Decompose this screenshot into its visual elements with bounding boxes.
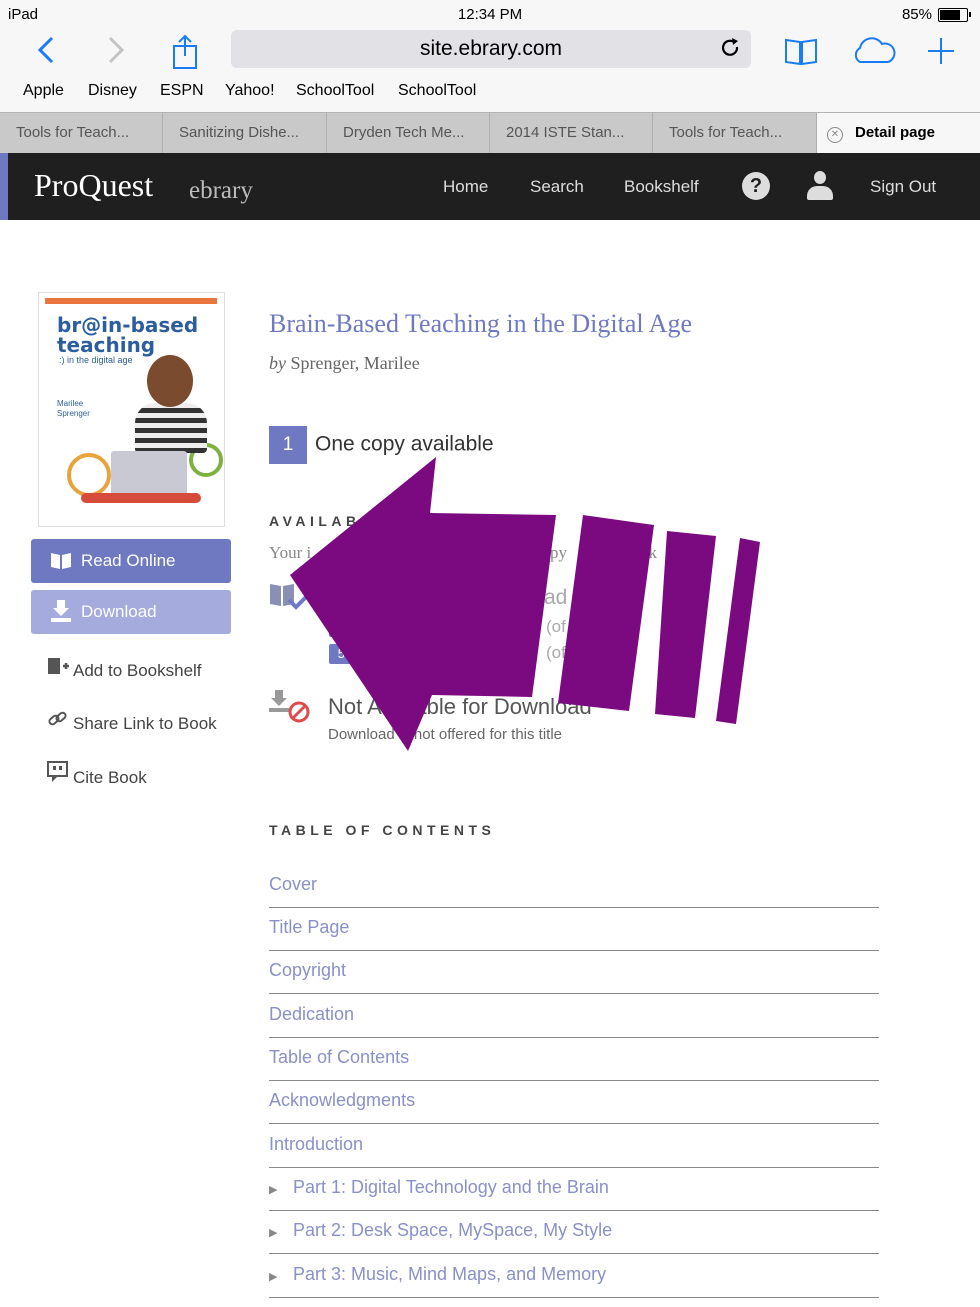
toc-item-label: Introduction <box>269 1134 364 1154</box>
expand-triangle-icon[interactable]: ▶ <box>269 1270 293 1283</box>
expand-triangle-icon[interactable]: ▶ <box>269 1226 293 1239</box>
toc-item-label: Acknowledgments <box>269 1090 416 1110</box>
toc-item[interactable]: Acknowledgments <box>269 1081 879 1124</box>
toc-item-label: Table of Contents <box>269 1047 410 1067</box>
toc-item-label: Part 2: Desk Space, MySpace, My Style <box>293 1220 613 1240</box>
toc-item-expandable[interactable]: ▶ Part 1: Digital Technology and the Brai… <box>269 1168 879 1211</box>
toc-item-label: Cover <box>269 874 318 894</box>
toc-item[interactable]: Introduction <box>269 1125 879 1168</box>
toc-item[interactable]: Table of Contents <box>269 1038 879 1081</box>
toc-item-expandable[interactable]: ▶ Part 3: Music, Mind Maps, and Memory <box>269 1255 879 1298</box>
toc-item[interactable]: Cover <box>269 865 879 908</box>
toc-item-label: Part 1: Digital Technology and the Brain <box>293 1177 609 1197</box>
toc-item-expandable[interactable]: ▶ Part 2: Desk Space, MySpace, My Style <box>269 1211 879 1254</box>
toc-item[interactable]: Title Page <box>269 908 879 951</box>
toc-heading: TABLE OF CONTENTS <box>269 822 496 838</box>
toc-item-label: Dedication <box>269 1004 355 1024</box>
expand-triangle-icon[interactable]: ▶ <box>269 1183 293 1196</box>
toc-item[interactable]: Dedication <box>269 995 879 1038</box>
toc-item-label: Title Page <box>269 917 350 937</box>
toc-item-label: Copyright <box>269 960 347 980</box>
toc-item-label: Part 3: Music, Mind Maps, and Memory <box>293 1264 607 1284</box>
toc-item[interactable]: Copyright <box>269 951 879 994</box>
